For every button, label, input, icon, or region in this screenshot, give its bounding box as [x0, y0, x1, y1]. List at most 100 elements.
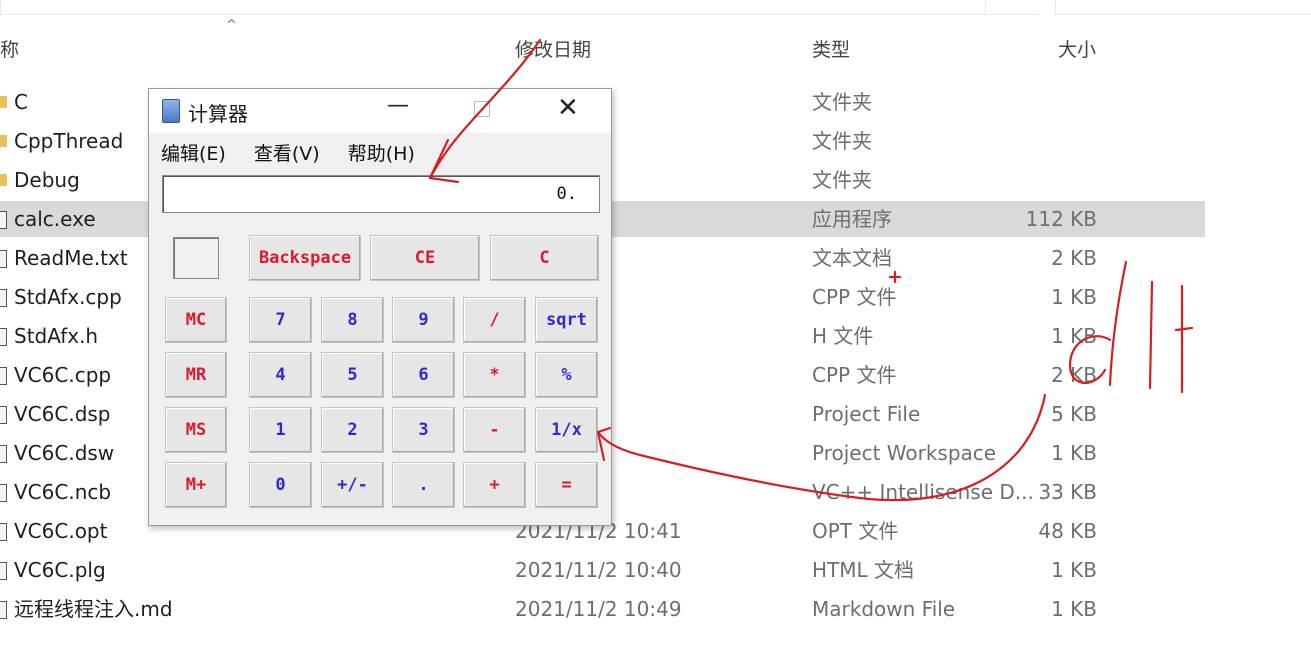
file-name: VC6C.dsw [14, 441, 115, 465]
file-name: Debug [14, 168, 80, 192]
digit-3-button[interactable]: 3 [392, 407, 455, 453]
file-name: StdAfx.cpp [14, 285, 122, 309]
clear-entry-button[interactable]: CE [370, 235, 480, 281]
file-type: Project Workspace [812, 441, 997, 465]
file-name: C [14, 90, 28, 114]
file-icon [0, 445, 7, 463]
file-size: 5 KB [1051, 402, 1097, 426]
digit-5-button[interactable]: 5 [321, 352, 384, 398]
file-type: Project File [812, 402, 921, 426]
percent-button[interactable]: % [535, 352, 598, 398]
subtract-button[interactable]: - [463, 407, 526, 453]
memory-recall-button[interactable]: MR [165, 352, 227, 398]
calculator-menu-bar: 编辑(E) 查看(V) 帮助(H) [161, 139, 437, 166]
file-type: Markdown File [812, 597, 956, 621]
file-row[interactable]: VC6C.plg 2021/11/2 10:40 HTML 文档 1 KB [0, 552, 1205, 588]
calculator-title-bar[interactable]: 计算器 — ✕ [149, 89, 611, 133]
search-box-edge[interactable] [1055, 0, 1311, 15]
digit-9-button[interactable]: 9 [392, 297, 455, 343]
file-type: 文件夹 [812, 90, 872, 114]
backspace-button[interactable]: Backspace [249, 235, 361, 281]
file-size: 33 KB [1038, 480, 1097, 504]
digit-4-button[interactable]: 4 [249, 352, 312, 398]
file-type: 文件夹 [812, 168, 872, 192]
refresh-area-edge [985, 0, 1038, 15]
file-name: calc.exe [14, 207, 96, 231]
file-date: 2021/11/2 10:49 [515, 597, 682, 621]
file-icon [0, 406, 7, 424]
file-size: 2 KB [1051, 363, 1097, 387]
folder-icon [0, 174, 7, 186]
reciprocal-button[interactable]: 1/x [535, 407, 598, 453]
column-header-name[interactable]: 称 [0, 35, 19, 62]
column-header-type[interactable]: 类型 [812, 35, 850, 62]
file-icon [0, 601, 7, 619]
add-button[interactable]: + [463, 462, 526, 508]
digit-2-button[interactable]: 2 [321, 407, 384, 453]
display-value: 0. [556, 184, 577, 204]
file-name: VC6C.cpp [14, 363, 112, 387]
explorer-toolbar-strip [0, 0, 1311, 18]
file-icon [0, 250, 7, 268]
digit-8-button[interactable]: 8 [321, 297, 384, 343]
file-type: HTML 文档 [812, 558, 915, 582]
digit-7-button[interactable]: 7 [249, 297, 312, 343]
file-row[interactable]: 远程线程注入.md 2021/11/2 10:49 Markdown File 1 K… [0, 591, 1205, 627]
calculator-window[interactable]: 计算器 — ✕ 编辑(E) 查看(V) 帮助(H) 0. Backspace C… [148, 88, 612, 526]
minimize-button[interactable]: — [387, 93, 409, 118]
address-bar-edge [0, 0, 986, 15]
divide-button[interactable]: / [463, 297, 526, 343]
clear-button[interactable]: C [490, 235, 599, 281]
file-size: 112 KB [1025, 207, 1097, 231]
calculator-title: 计算器 [188, 102, 248, 126]
file-size: 1 KB [1051, 285, 1097, 309]
file-name: StdAfx.h [14, 324, 99, 348]
file-type: OPT 文件 [812, 519, 899, 543]
file-size: 1 KB [1051, 558, 1097, 582]
calculator-app-icon [162, 99, 180, 123]
file-icon [0, 523, 7, 541]
memory-add-button[interactable]: M+ [165, 462, 227, 508]
file-type: CPP 文件 [812, 285, 897, 309]
file-type: H 文件 [812, 324, 874, 348]
menu-help[interactable]: 帮助(H) [348, 143, 415, 165]
file-size: 1 KB [1051, 324, 1097, 348]
file-date: 2021/11/2 10:40 [515, 558, 682, 582]
file-name: CppThread [14, 129, 124, 153]
file-type: 文本文档 [812, 246, 892, 270]
file-type: CPP 文件 [812, 363, 897, 387]
memory-indicator [173, 237, 219, 279]
digit-1-button[interactable]: 1 [249, 407, 312, 453]
file-name: VC6C.opt [14, 519, 108, 543]
digit-6-button[interactable]: 6 [392, 352, 455, 398]
menu-view[interactable]: 查看(V) [254, 143, 320, 165]
close-button[interactable]: ✕ [557, 93, 579, 123]
file-name: ReadMe.txt [14, 246, 128, 270]
digit-0-button[interactable]: 0 [249, 462, 312, 508]
multiply-button[interactable]: * [463, 352, 526, 398]
file-icon [0, 484, 7, 502]
file-type: 文件夹 [812, 129, 872, 153]
sort-ascending-icon: ^ [226, 18, 237, 33]
menu-edit[interactable]: 编辑(E) [161, 143, 226, 165]
memory-clear-button[interactable]: MC [165, 297, 227, 343]
column-header-size[interactable]: 大小 [1058, 35, 1096, 62]
file-icon [0, 289, 7, 307]
sqrt-button[interactable]: sqrt [535, 297, 598, 343]
equals-button[interactable]: = [535, 462, 598, 508]
file-type: VC++ Intellisense D... [812, 480, 1034, 504]
file-size: 48 KB [1038, 519, 1097, 543]
folder-icon [0, 96, 7, 108]
file-icon [0, 367, 7, 385]
file-icon [0, 562, 7, 580]
decimal-button[interactable]: . [392, 462, 455, 508]
file-name: VC6C.dsp [14, 402, 111, 426]
maximize-button[interactable] [474, 101, 490, 117]
file-icon [0, 211, 7, 229]
column-header-date[interactable]: 修改日期 [515, 35, 591, 62]
file-size: 1 KB [1051, 441, 1097, 465]
memory-store-button[interactable]: MS [165, 407, 227, 453]
file-name: VC6C.plg [14, 558, 106, 582]
sign-toggle-button[interactable]: +/- [321, 462, 384, 508]
file-icon [0, 328, 7, 346]
